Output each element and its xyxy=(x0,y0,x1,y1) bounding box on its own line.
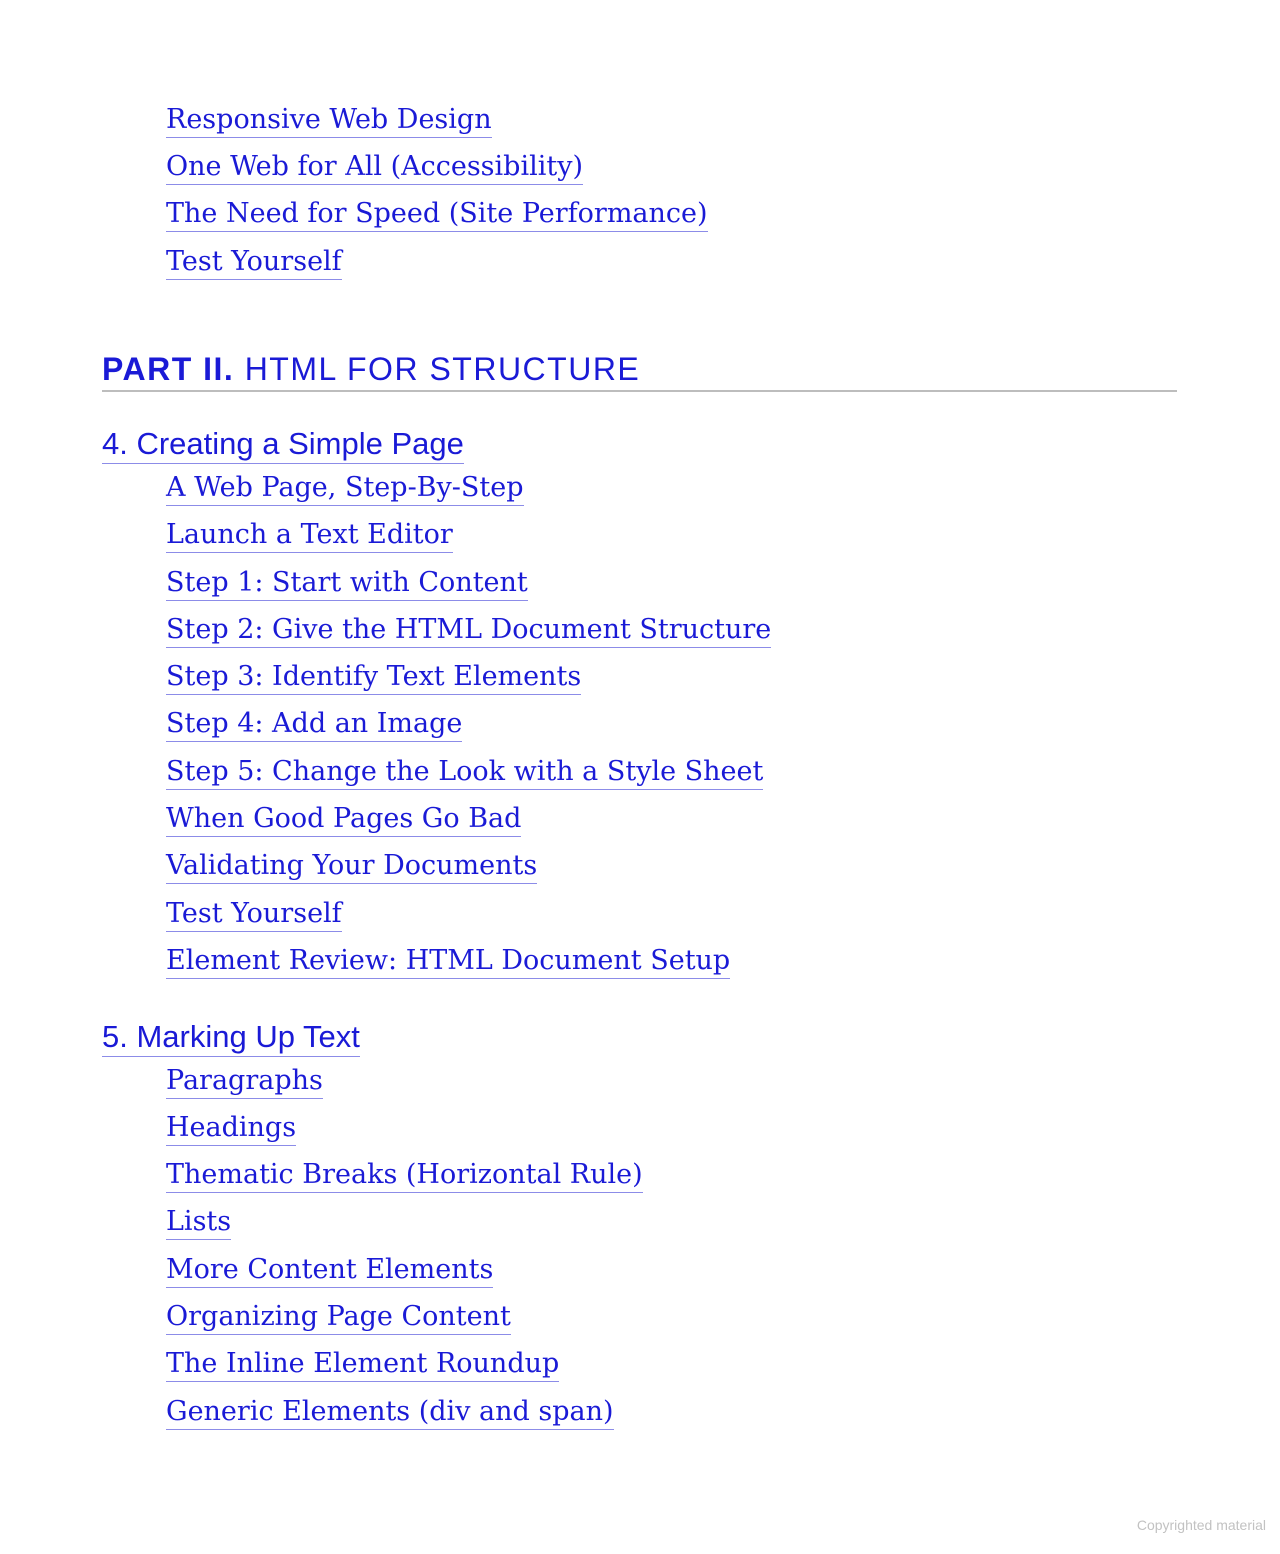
part-label: PART II. xyxy=(102,351,235,387)
part-title: HTML FOR STRUCTURE xyxy=(244,351,641,387)
toc-link-generic-elements[interactable]: Generic Elements (div and span) xyxy=(166,1396,614,1430)
toc-link-test-yourself-ch4[interactable]: Test Yourself xyxy=(166,898,342,932)
toc-link-headings[interactable]: Headings xyxy=(166,1112,297,1146)
toc-link-one-web-for-all[interactable]: One Web for All (Accessibility) xyxy=(166,151,583,185)
toc-link-paragraphs[interactable]: Paragraphs xyxy=(166,1065,323,1099)
toc-link-step-3[interactable]: Step 3: Identify Text Elements xyxy=(166,661,582,695)
toc-link-launch-text-editor[interactable]: Launch a Text Editor xyxy=(166,519,453,553)
toc-link-test-yourself[interactable]: Test Yourself xyxy=(166,246,342,280)
copyright-note: Copyrighted material xyxy=(1136,1517,1266,1533)
toc-link-step-2[interactable]: Step 2: Give the HTML Document Structure xyxy=(166,614,772,648)
toc-link-responsive-web-design[interactable]: Responsive Web Design xyxy=(166,104,492,138)
part-heading: PART II. HTML FOR STRUCTURE xyxy=(102,350,1177,392)
toc-link-step-1[interactable]: Step 1: Start with Content xyxy=(166,567,528,601)
toc-link-web-page-step-by-step[interactable]: A Web Page, Step-By-Step xyxy=(166,472,524,506)
chapter-link-creating-a-simple-page[interactable]: 4. Creating a Simple Page xyxy=(102,426,464,464)
toc-link-element-review[interactable]: Element Review: HTML Document Setup xyxy=(166,945,731,979)
toc-link-when-good-pages-go-bad[interactable]: When Good Pages Go Bad xyxy=(166,803,522,837)
toc-link-step-4[interactable]: Step 4: Add an Image xyxy=(166,708,463,742)
toc-link-more-content-elements[interactable]: More Content Elements xyxy=(166,1254,494,1288)
toc-link-lists[interactable]: Lists xyxy=(166,1206,232,1240)
table-of-contents-page: Responsive Web Design One Web for All (A… xyxy=(0,0,1280,1554)
chapter-link-marking-up-text[interactable]: 5. Marking Up Text xyxy=(102,1019,360,1057)
part-heading-link[interactable]: PART II. HTML FOR STRUCTURE xyxy=(102,351,640,387)
toc-link-inline-element-roundup[interactable]: The Inline Element Roundup xyxy=(166,1348,560,1382)
toc-link-step-5[interactable]: Step 5: Change the Look with a Style She… xyxy=(166,756,764,790)
toc-link-thematic-breaks[interactable]: Thematic Breaks (Horizontal Rule) xyxy=(166,1159,643,1193)
toc-link-validating-your-documents[interactable]: Validating Your Documents xyxy=(166,850,538,884)
toc-link-need-for-speed[interactable]: The Need for Speed (Site Performance) xyxy=(166,198,708,232)
toc-link-organizing-page-content[interactable]: Organizing Page Content xyxy=(166,1301,511,1335)
